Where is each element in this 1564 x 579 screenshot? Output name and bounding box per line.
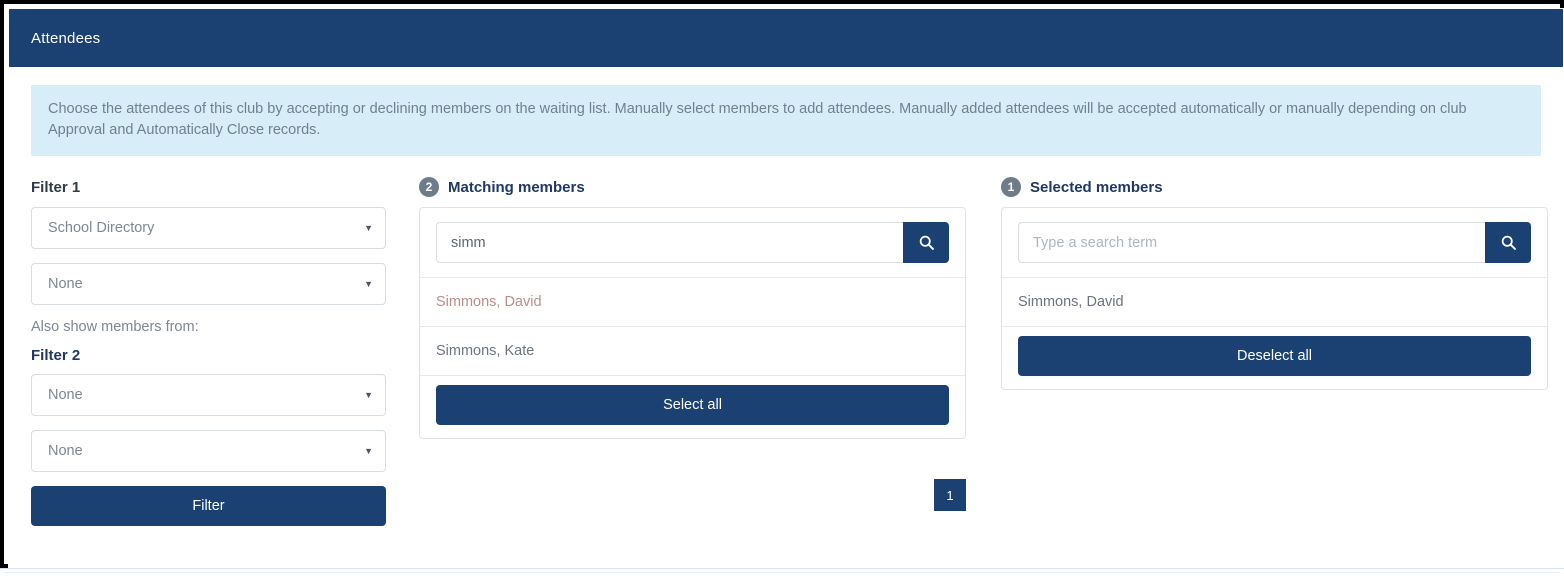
attendees-card: Attendees Choose the attendees of this c… (8, 8, 1564, 568)
selected-panel-action: Deselect all (1002, 326, 1547, 389)
selected-search-input[interactable] (1018, 222, 1485, 263)
filter-1-primary-select-wrap: School Directory ▼ (31, 207, 386, 249)
filter-1-label: Filter 1 (31, 178, 81, 196)
matching-search-button[interactable] (903, 222, 949, 263)
list-item[interactable]: Simmons, Kate (420, 326, 965, 375)
pagination-page-1[interactable]: 1 (934, 479, 966, 511)
filter-1-secondary-value: None (48, 276, 83, 292)
filter-2-primary-select-wrap: None ▼ (31, 374, 386, 416)
panel-header: Attendees (9, 9, 1563, 67)
list-item[interactable]: Simmons, David (420, 277, 965, 326)
step-badge-selected: 1 (1001, 177, 1021, 197)
selected-members-column: 1 Selected members Type a search term Si… (1001, 177, 1561, 526)
selected-search-row (1002, 208, 1547, 277)
selected-members-heading: 1 Selected members (1001, 177, 1561, 197)
selected-members-label: Selected members (1030, 178, 1163, 196)
matching-members-label: Matching members (448, 178, 585, 196)
deselect-all-button[interactable]: Deselect all (1018, 336, 1531, 376)
matching-members-heading: 2 Matching members (419, 177, 1001, 197)
filter-1-heading: Filter 1 (31, 177, 419, 197)
select-all-button[interactable]: Select all (436, 385, 949, 425)
also-show-members-label: Also show members from: (31, 319, 199, 335)
step-badge-matching: 2 (419, 177, 439, 197)
matching-panel-action: Select all (420, 375, 965, 438)
filter-2-label: Filter 2 (31, 347, 81, 364)
filter-button[interactable]: Filter (31, 486, 386, 526)
filter-2-secondary-select[interactable]: None (31, 430, 386, 472)
window-bottom-strip (0, 568, 1564, 579)
screenshot-root: Attendees Choose the attendees of this c… (0, 0, 1564, 579)
filter-1-primary-value: School Directory (48, 220, 155, 236)
filters-column: Filter 1 School Directory ▼ None ▼ Also … (31, 177, 419, 526)
bottom-divider (4, 572, 1560, 573)
matching-members-panel: Simmons, David Simmons, Kate Select all (419, 207, 966, 439)
pagination: 1 (419, 479, 966, 511)
filter-2-secondary-select-wrap: None ▼ (31, 430, 386, 472)
window-frame: Attendees Choose the attendees of this c… (0, 0, 1564, 568)
columns-layout: Filter 1 School Directory ▼ None ▼ Also … (31, 177, 1548, 526)
search-icon (1501, 235, 1516, 250)
list-item[interactable]: Simmons, David (1002, 277, 1547, 326)
selected-members-panel: Simmons, David Deselect all (1001, 207, 1548, 390)
filter-2-primary-select[interactable]: None (31, 374, 386, 416)
matching-search-input[interactable] (436, 222, 903, 263)
matching-search-row (420, 208, 965, 277)
filter-1-secondary-select[interactable]: None (31, 263, 386, 305)
selected-search-button[interactable] (1485, 222, 1531, 263)
search-icon (919, 235, 934, 250)
filter-1-primary-select[interactable]: School Directory (31, 207, 386, 249)
page-title: Attendees (31, 29, 101, 47)
filter-2-secondary-value: None (48, 443, 83, 459)
filter-1-secondary-select-wrap: None ▼ (31, 263, 386, 305)
panel-body: Choose the attendees of this club by acc… (9, 67, 1563, 526)
filter-2-primary-value: None (48, 387, 83, 403)
info-banner: Choose the attendees of this club by acc… (31, 85, 1541, 156)
matching-members-column: 2 Matching members simm Simmons, David S… (419, 177, 1001, 526)
